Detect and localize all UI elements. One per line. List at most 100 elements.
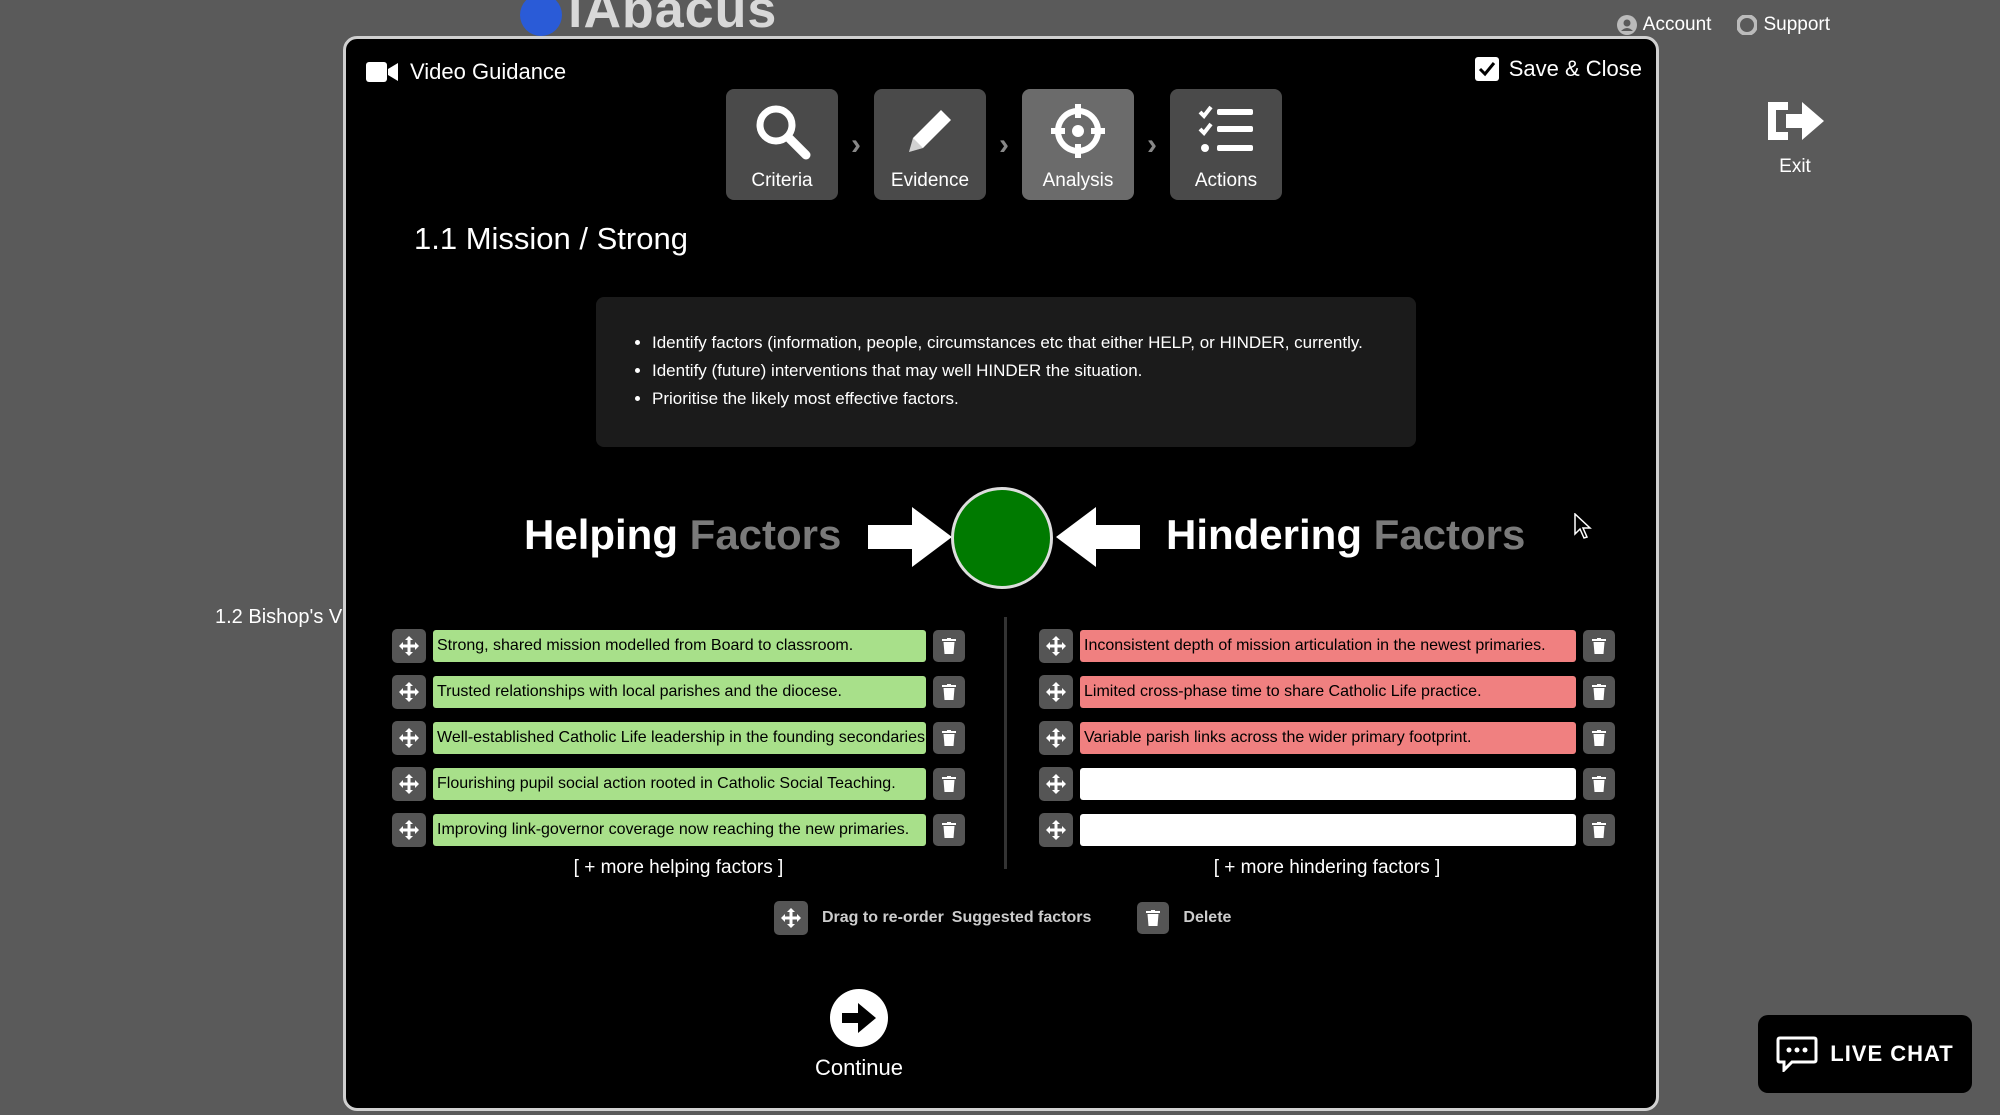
trash-icon <box>942 684 956 700</box>
support-link[interactable]: Support <box>1737 14 1830 36</box>
drag-handle[interactable] <box>1039 675 1073 709</box>
trash-icon <box>942 730 956 746</box>
trash-icon <box>942 638 956 654</box>
move-icon <box>1046 774 1066 794</box>
hindering-strong: Hindering <box>1166 511 1362 558</box>
delete-button[interactable] <box>1583 630 1615 662</box>
trash-icon <box>1592 822 1606 838</box>
delete-button[interactable] <box>933 814 965 846</box>
step-label: Evidence <box>890 170 970 191</box>
save-close-button[interactable]: Save & Close <box>1474 56 1642 82</box>
helping-factors-heading: Helping Factors <box>524 511 841 559</box>
drag-handle[interactable] <box>1039 721 1073 755</box>
list-item: Inconsistent depth of mission articulati… <box>1039 623 1615 669</box>
drag-handle[interactable] <box>1039 813 1073 847</box>
drag-handle[interactable] <box>1039 767 1073 801</box>
tab-actions[interactable]: Actions <box>1170 89 1282 200</box>
move-icon <box>1046 728 1066 748</box>
instruction-item: Identify (future) interventions that may… <box>652 357 1386 385</box>
list-item: Limited cross-phase time to share Cathol… <box>1039 669 1615 715</box>
delete-button[interactable] <box>933 676 965 708</box>
helping-factor-field[interactable]: Strong, shared mission modelled from Boa… <box>433 630 926 662</box>
chevron-right-icon: › <box>999 127 1009 161</box>
support-label: Support <box>1763 14 1830 35</box>
hindering-factor-field[interactable]: Variable parish links across the wider p… <box>1080 722 1576 754</box>
app-logo: iAbacus <box>520 0 777 36</box>
hindering-factor-field[interactable]: Limited cross-phase time to share Cathol… <box>1080 676 1576 708</box>
move-icon <box>781 908 801 928</box>
search-icon <box>756 105 811 160</box>
drag-handle[interactable] <box>392 813 426 847</box>
tab-evidence[interactable]: Evidence <box>874 89 986 200</box>
delete-button[interactable] <box>1583 676 1615 708</box>
account-link[interactable]: Account <box>1616 14 1711 36</box>
move-icon <box>1046 820 1066 840</box>
helping-factor-field[interactable]: Improving link-governor coverage now rea… <box>433 814 926 846</box>
exit-button[interactable]: Exit <box>1762 96 1828 178</box>
trash-icon <box>1592 638 1606 654</box>
analysis-modal: Video Guidance Save & Close Criteria › E… <box>343 36 1659 1111</box>
trash-icon <box>942 822 956 838</box>
suggested-factors-link[interactable]: Suggested factors <box>952 909 1092 927</box>
list-item: Trusted relationships with local parishe… <box>392 669 965 715</box>
legend-delete-label: Delete <box>1183 909 1232 926</box>
trash-icon <box>1592 684 1606 700</box>
trash-icon <box>1146 910 1161 926</box>
lifebuoy-icon <box>1737 15 1758 35</box>
checkbox-icon <box>1474 57 1499 81</box>
helping-factor-field[interactable]: Well-established Catholic Life leadershi… <box>433 722 926 754</box>
tab-criteria[interactable]: Criteria <box>726 89 838 200</box>
more-helping-factors-link[interactable]: [ + more helping factors ] <box>392 857 965 879</box>
drag-handle[interactable] <box>392 721 426 755</box>
hindering-factors-heading: Hindering Factors <box>1166 511 1525 559</box>
delete-button[interactable] <box>1583 768 1615 800</box>
hindering-dim: Factors <box>1373 511 1526 558</box>
top-nav: Account Support <box>1616 14 1830 36</box>
step-label: Analysis <box>1042 170 1114 191</box>
drag-handle[interactable] <box>1039 629 1073 663</box>
logo-mark <box>520 0 562 36</box>
continue-button[interactable]: Continue <box>799 989 919 1081</box>
chat-bubble-icon <box>1776 1036 1818 1072</box>
hindering-factor-field[interactable] <box>1080 814 1576 846</box>
delete-button[interactable] <box>1583 814 1615 846</box>
delete-button[interactable] <box>1583 722 1615 754</box>
live-chat-button[interactable]: LIVE CHAT <box>1758 1015 1972 1093</box>
chevron-right-icon: › <box>1147 127 1157 161</box>
legend-drag-label: Drag to re-order <box>822 909 944 926</box>
hindering-factor-field[interactable]: Inconsistent depth of mission articulati… <box>1080 630 1576 662</box>
trash-icon <box>942 776 956 792</box>
helping-factor-field[interactable]: Trusted relationships with local parishe… <box>433 676 926 708</box>
list-item: Well-established Catholic Life leadershi… <box>392 715 965 761</box>
list-item: Strong, shared mission modelled from Boa… <box>392 623 965 669</box>
tab-analysis[interactable]: Analysis <box>1022 89 1134 200</box>
hindering-factor-field[interactable] <box>1080 768 1576 800</box>
delete-button[interactable] <box>933 630 965 662</box>
legend: Drag to re-order Suggested factors Delet… <box>774 901 1231 935</box>
continue-label: Continue <box>814 1055 904 1080</box>
move-icon <box>1046 682 1066 702</box>
logo-text: iAbacus <box>568 0 778 36</box>
force-field-header: Helping Factors Hindering Factors <box>346 485 1656 589</box>
arrow-right-icon <box>868 507 952 567</box>
arrow-circle-right-icon <box>830 989 888 1047</box>
list-item <box>1039 761 1615 807</box>
user-icon <box>1616 15 1637 35</box>
step-nav: Criteria › Evidence › Analysis › Actions <box>726 89 1282 200</box>
more-hindering-factors-link[interactable]: [ + more hindering factors ] <box>1039 857 1615 879</box>
sidebar-item[interactable]: 1.2 Bishop's V <box>215 606 343 629</box>
drag-handle[interactable] <box>392 629 426 663</box>
helping-factor-field[interactable]: Flourishing pupil social action rooted i… <box>433 768 926 800</box>
move-legend-icon <box>774 901 808 935</box>
video-camera-icon <box>366 62 398 82</box>
list-item: Flourishing pupil social action rooted i… <box>392 761 965 807</box>
video-guidance-link[interactable]: Video Guidance <box>366 59 566 85</box>
crosshair-icon <box>1051 104 1105 158</box>
pencil-icon <box>909 110 951 152</box>
list-item: Improving link-governor coverage now rea… <box>392 807 965 853</box>
delete-button[interactable] <box>933 768 965 800</box>
drag-handle[interactable] <box>392 675 426 709</box>
delete-button[interactable] <box>933 722 965 754</box>
move-icon <box>399 682 419 702</box>
drag-handle[interactable] <box>392 767 426 801</box>
